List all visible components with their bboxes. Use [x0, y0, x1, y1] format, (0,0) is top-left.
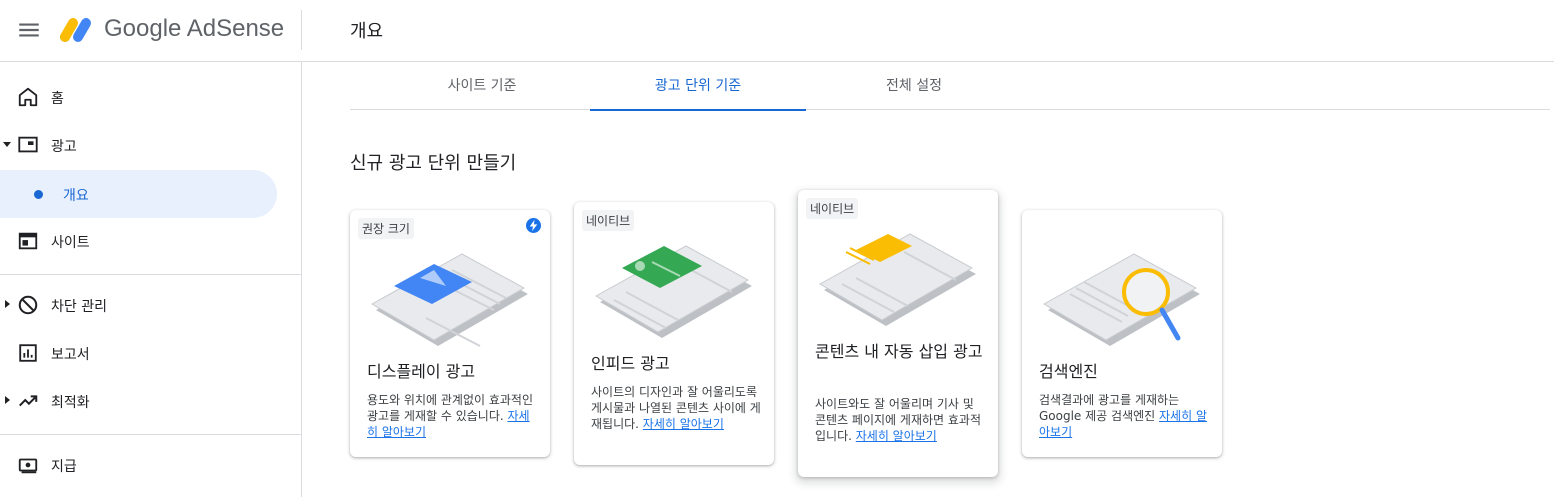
- learn-more-link[interactable]: 자세히 알아보기: [643, 417, 724, 431]
- sites-icon: [18, 232, 38, 250]
- sidebar-item-ads[interactable]: 광고: [0, 121, 280, 169]
- caret-right-icon[interactable]: [3, 300, 11, 308]
- sidebar-item-optimization[interactable]: 최적화: [0, 377, 280, 425]
- tab-by-site[interactable]: 사이트 기준: [374, 62, 590, 110]
- inarticle-ad-illustration: [818, 233, 976, 326]
- card-title: 인피드 광고: [591, 354, 670, 373]
- recommended-badge: 권장 크기: [358, 218, 414, 239]
- card-description: 용도와 위치에 관계없이 효과적인 광고를 게재할 수 있습니다. 자세히 알아…: [367, 392, 537, 440]
- sidebar-item-payments[interactable]: 지급: [0, 441, 280, 489]
- sidebar-item-label: 최적화: [51, 395, 90, 411]
- sidebar-item-label: 홈: [51, 91, 64, 107]
- adsense-logo: [60, 18, 91, 42]
- section-title: 신규 광고 단위 만들기: [350, 153, 517, 174]
- card-display-ads[interactable]: 권장 크기 디스플레이 광고 용도와 위치에 관계없이 효과적인 광고를 게재할…: [350, 210, 550, 457]
- top-bar-divider: [301, 10, 302, 50]
- sidebar-divider: [0, 434, 302, 435]
- sidebar-item-overview[interactable]: 개요: [0, 170, 277, 218]
- sidebar-item-label: 사이트: [51, 235, 90, 251]
- search-engine-illustration: [1042, 253, 1200, 346]
- bolt-icon: [526, 218, 541, 233]
- infeed-ad-illustration: [594, 245, 752, 338]
- reports-icon: [19, 344, 37, 362]
- payments-icon: [18, 458, 38, 474]
- card-description: 사이트의 디자인과 잘 어울리도록 게시물과 나열된 콘텐츠 사이에 게재됩니다…: [591, 384, 761, 432]
- card-description: 사이트와도 잘 어울리며 기사 및 콘텐츠 페이지에 게재하면 효과적입니다. …: [815, 396, 985, 444]
- ads-icon: [18, 136, 38, 153]
- block-icon: [18, 295, 38, 315]
- sidebar-item-reports[interactable]: 보고서: [0, 329, 280, 377]
- caret-down-icon[interactable]: [3, 140, 11, 148]
- trending-up-icon: [19, 395, 38, 407]
- card-title: 검색엔진: [1039, 362, 1098, 381]
- card-inarticle-ads[interactable]: 네이티브 콘텐츠 내 자동 삽입 광고 사이트와도 잘 어울리며 기사 및 콘텐…: [798, 190, 998, 477]
- brand-name[interactable]: Google AdSense: [104, 15, 284, 43]
- home-icon: [18, 87, 38, 107]
- tab-bar: 사이트 기준 광고 단위 기준 전체 설정: [350, 62, 1550, 111]
- menu-icon[interactable]: [16, 17, 42, 43]
- card-infeed-ads[interactable]: 네이티브 인피드 광고 사이트의 디자인과 잘 어울리도록 게시물과 나열된 콘…: [574, 202, 774, 465]
- native-badge: 네이티브: [582, 210, 635, 231]
- sidebar-item-label: 보고서: [51, 347, 90, 363]
- card-title: 디스플레이 광고: [367, 362, 476, 381]
- card-search-engine[interactable]: 검색엔진 검색결과에 광고를 게재하는 Google 제공 검색엔진 자세히 알…: [1022, 210, 1222, 457]
- top-app-bar: Google AdSense 개요: [0, 0, 1554, 62]
- sidebar-item-sites[interactable]: 사이트: [0, 217, 280, 265]
- sidebar-item-label: 차단 관리: [51, 299, 107, 315]
- card-description: 검색결과에 광고를 게재하는 Google 제공 검색엔진 자세히 알아보기: [1039, 392, 1209, 440]
- sidebar: 홈 광고 개요 사이트 차단 관리 보고서 최적화 지급: [0, 62, 302, 497]
- page-title: 개요: [350, 21, 384, 42]
- sidebar-item-label: 광고: [51, 139, 77, 155]
- display-ad-illustration: [370, 253, 528, 347]
- sidebar-item-blocking[interactable]: 차단 관리: [0, 281, 280, 329]
- sidebar-item-label: 지급: [51, 459, 77, 475]
- tab-global-settings[interactable]: 전체 설정: [806, 62, 1022, 110]
- dot-icon: [34, 190, 43, 199]
- learn-more-link[interactable]: 자세히 알아보기: [856, 429, 937, 443]
- sidebar-item-label: 개요: [63, 188, 89, 204]
- sidebar-divider: [0, 274, 302, 275]
- tab-by-ad-unit[interactable]: 광고 단위 기준: [590, 62, 806, 111]
- native-badge: 네이티브: [806, 198, 859, 219]
- card-title: 콘텐츠 내 자동 삽입 광고: [815, 342, 983, 361]
- caret-right-icon[interactable]: [3, 396, 11, 404]
- sidebar-item-home[interactable]: 홈: [0, 73, 280, 121]
